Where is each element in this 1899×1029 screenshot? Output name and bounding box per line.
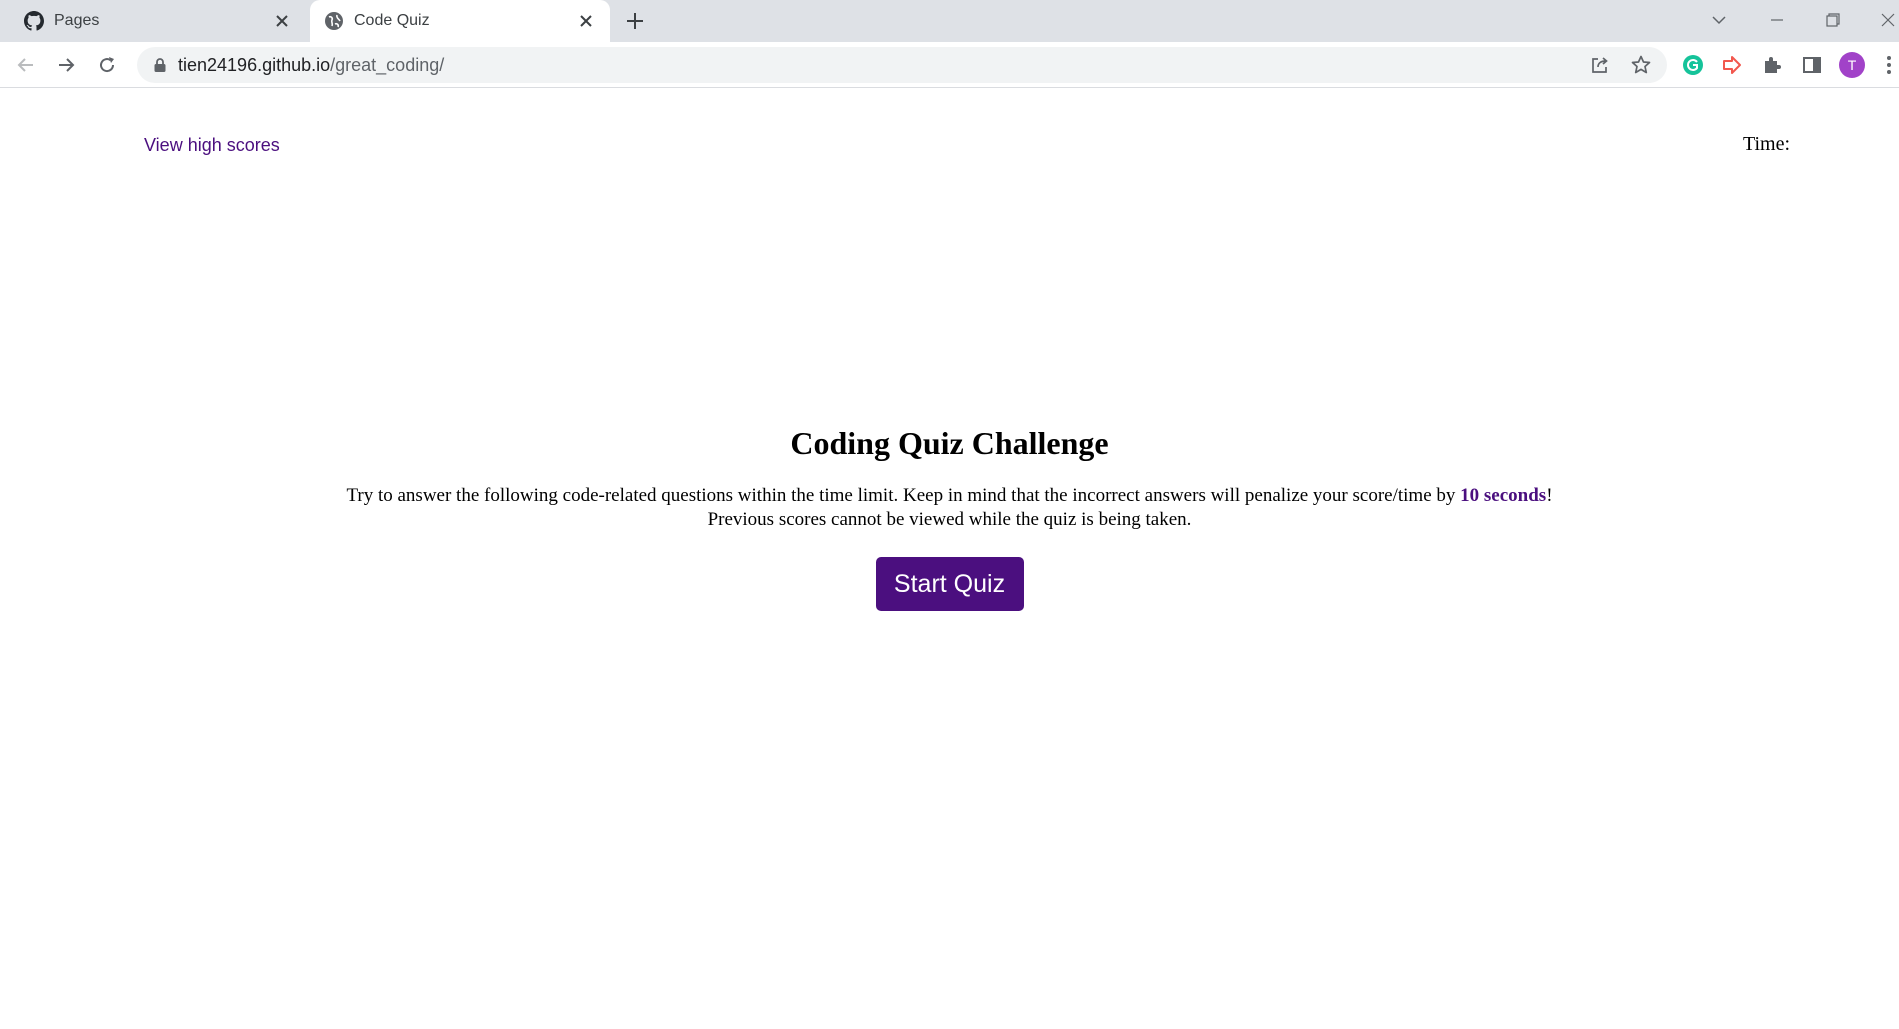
page-content: View high scores Time: Coding Quiz Chall…	[0, 89, 1899, 1029]
reload-icon[interactable]	[95, 53, 119, 77]
penalty-highlight: 10 seconds	[1460, 485, 1547, 506]
lock-icon[interactable]	[153, 57, 167, 73]
close-icon[interactable]	[576, 11, 596, 31]
timer-label: Time:	[1742, 133, 1790, 155]
new-tab-plus-icon[interactable]	[624, 10, 646, 32]
instructions-text: Try to answer the following code-related…	[346, 485, 1461, 506]
close-icon[interactable]	[272, 11, 292, 31]
side-panel-icon[interactable]	[1800, 53, 1824, 77]
browser-tabstrip: Pages Code Quiz	[0, 0, 1899, 42]
share-icon[interactable]	[1589, 54, 1611, 76]
window-close-icon[interactable]	[1876, 8, 1899, 32]
tab-title: Pages	[54, 12, 100, 29]
extensions-puzzle-icon[interactable]	[1760, 53, 1784, 77]
github-icon	[24, 11, 44, 31]
instructions-end: !	[1546, 485, 1553, 506]
bookmark-star-icon[interactable]	[1630, 54, 1652, 76]
minimize-icon[interactable]	[1765, 8, 1789, 32]
browser-toolbar: tien24196.github.io/great_coding/ T	[0, 42, 1899, 88]
grammarly-icon[interactable]	[1681, 53, 1705, 77]
view-high-scores-link[interactable]: View high scores	[144, 135, 280, 156]
forward-arrow-icon[interactable]	[54, 53, 78, 77]
timer: Time:	[1743, 133, 1794, 156]
page-title: Coding Quiz Challenge	[790, 425, 1109, 461]
more-menu-icon[interactable]	[1886, 54, 1892, 76]
url-host: tien24196.github.io	[178, 55, 331, 75]
intro-section: Coding Quiz Challenge Try to answer the …	[0, 425, 1899, 611]
profile-avatar[interactable]: T	[1839, 52, 1865, 78]
url-text: tien24196.github.io/great_coding/	[178, 55, 444, 76]
tab-search-chevron-icon[interactable]	[1707, 8, 1731, 32]
instructions-line-2: Previous scores cannot be viewed while t…	[707, 509, 1192, 530]
tab-pages[interactable]: Pages	[0, 0, 306, 42]
back-arrow-icon[interactable]	[14, 53, 38, 77]
tab-title: Code Quiz	[354, 12, 430, 29]
start-quiz-button[interactable]: Start Quiz	[875, 557, 1024, 611]
address-bar[interactable]: tien24196.github.io/great_coding/	[137, 47, 1667, 83]
url-path: /great_coding/	[330, 55, 445, 75]
extension-arrow-icon[interactable]	[1720, 53, 1744, 77]
instructions-line-1: Try to answer the following code-related…	[0, 484, 1899, 508]
globe-icon	[325, 12, 343, 30]
restore-icon[interactable]	[1821, 8, 1845, 32]
tab-code-quiz[interactable]: Code Quiz	[310, 0, 610, 42]
